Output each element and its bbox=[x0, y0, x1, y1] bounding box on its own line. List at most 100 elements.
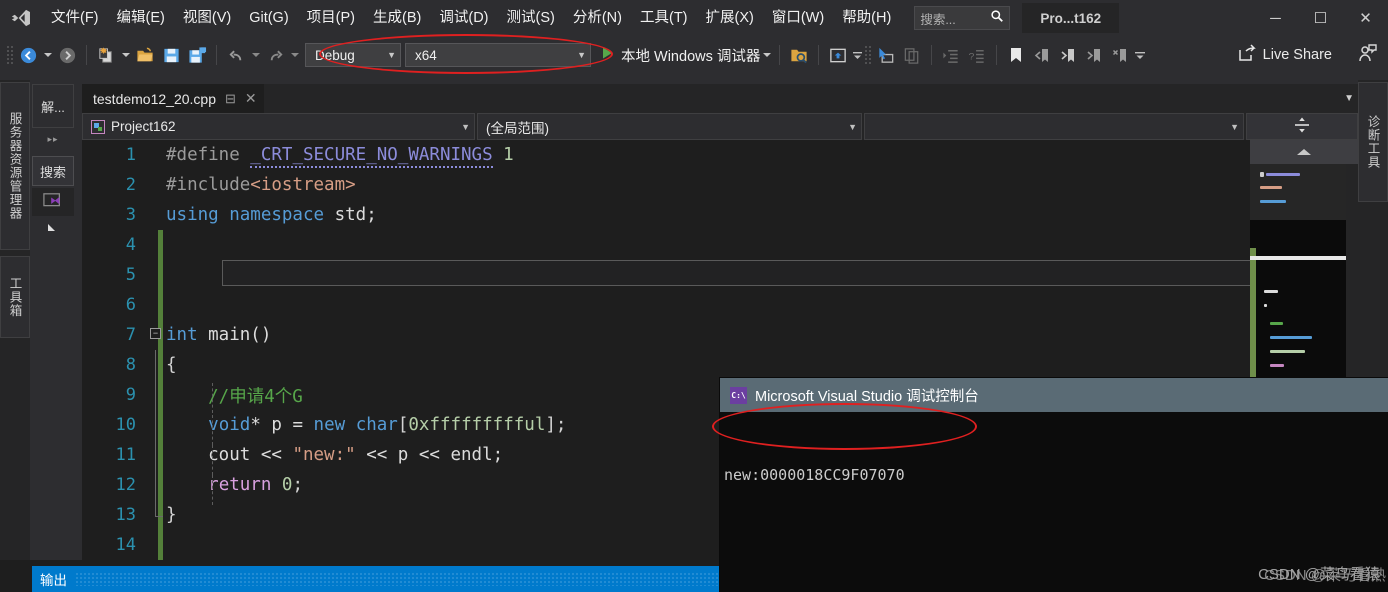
code-text[interactable]: #include<iostream> bbox=[166, 175, 356, 195]
menu-item-view[interactable]: 视图(V) bbox=[174, 4, 240, 32]
pin-icon[interactable]: ⊟ bbox=[225, 91, 236, 107]
menu-item-debug[interactable]: 调试(D) bbox=[430, 4, 497, 32]
fold-column[interactable] bbox=[150, 290, 166, 320]
tool-window-tab-diagnostic-tools[interactable]: 诊断工具 bbox=[1358, 82, 1388, 202]
menu-item-git[interactable]: Git(G) bbox=[240, 4, 297, 32]
solution-configuration-combo[interactable]: Debug ▼ bbox=[305, 43, 401, 67]
code-text[interactable]: using namespace std; bbox=[166, 205, 377, 225]
indent-icon[interactable] bbox=[938, 42, 964, 68]
bookmark-next-icon[interactable] bbox=[1055, 42, 1081, 68]
preview-dropdown-icon[interactable] bbox=[851, 43, 864, 67]
code-line[interactable]: 3 using namespace std; bbox=[82, 200, 1250, 230]
fold-column[interactable] bbox=[150, 260, 166, 290]
fold-column[interactable] bbox=[150, 140, 166, 170]
global-search-box[interactable]: 搜索... bbox=[914, 6, 1011, 30]
fold-column[interactable] bbox=[150, 440, 166, 470]
chevron-down-icon[interactable]: ▼ bbox=[1344, 93, 1354, 104]
fold-column[interactable] bbox=[150, 200, 166, 230]
undo-dropdown-icon[interactable] bbox=[249, 43, 262, 67]
new-item-icon[interactable] bbox=[93, 42, 119, 68]
editor-tab-testdemo12_20[interactable]: testdemo12_20.cpp ⊟ ✕ bbox=[82, 84, 264, 113]
code-text[interactable]: return 0; bbox=[166, 475, 303, 505]
code-line[interactable]: 6 bbox=[82, 290, 1250, 320]
fold-column[interactable] bbox=[150, 350, 166, 380]
code-text[interactable]: int main() bbox=[166, 325, 271, 345]
bookmark-clear-icon[interactable] bbox=[1107, 42, 1133, 68]
select-element-icon[interactable] bbox=[873, 42, 899, 68]
bookmark-prev-icon[interactable] bbox=[1029, 42, 1055, 68]
tool-window-tab-toolbox[interactable]: 工具箱 bbox=[0, 256, 30, 338]
menu-item-help[interactable]: 帮助(H) bbox=[833, 4, 900, 32]
menu-item-extensions[interactable]: 扩展(X) bbox=[697, 4, 763, 32]
navigate-back-dropdown-icon[interactable] bbox=[41, 43, 54, 67]
member-selector[interactable]: ▼ bbox=[864, 113, 1244, 140]
triangle-icon[interactable] bbox=[32, 216, 74, 238]
code-text[interactable]: } bbox=[166, 505, 177, 525]
code-text[interactable]: #define _CRT_SECURE_NO_WARNINGS 1 bbox=[166, 145, 514, 168]
search-panel-tab[interactable]: 搜索 bbox=[32, 156, 74, 186]
minimap-viewport-thumb[interactable] bbox=[1250, 256, 1346, 260]
code-text[interactable] bbox=[166, 295, 177, 315]
menu-item-window[interactable]: 窗口(W) bbox=[763, 4, 833, 32]
save-icon[interactable] bbox=[158, 42, 184, 68]
navigate-back-icon[interactable] bbox=[15, 42, 41, 68]
undo-icon[interactable] bbox=[223, 42, 249, 68]
fold-column[interactable] bbox=[150, 170, 166, 200]
code-text[interactable] bbox=[166, 235, 177, 255]
fold-column[interactable] bbox=[150, 380, 166, 410]
code-text[interactable] bbox=[166, 535, 177, 555]
close-button[interactable]: ✕ bbox=[1343, 0, 1388, 36]
copy-icon[interactable] bbox=[899, 42, 925, 68]
fold-column[interactable]: − bbox=[150, 320, 166, 350]
minimize-button[interactable]: ─ bbox=[1253, 0, 1298, 36]
code-line[interactable]: 2 #include<iostream> bbox=[82, 170, 1250, 200]
close-icon[interactable]: ✕ bbox=[245, 90, 257, 107]
menu-item-analyze[interactable]: 分析(N) bbox=[564, 4, 631, 32]
save-all-icon[interactable] bbox=[184, 42, 210, 68]
find-in-files-icon[interactable] bbox=[786, 42, 812, 68]
scroll-up-button[interactable] bbox=[1250, 140, 1358, 164]
menu-item-tools[interactable]: 工具(T) bbox=[631, 4, 697, 32]
code-line[interactable]: 4 bbox=[82, 230, 1250, 260]
split-view-button[interactable] bbox=[1246, 113, 1358, 140]
fold-column[interactable] bbox=[150, 410, 166, 440]
new-item-dropdown-icon[interactable] bbox=[119, 43, 132, 67]
open-file-icon[interactable] bbox=[132, 42, 158, 68]
fold-column[interactable] bbox=[150, 500, 166, 530]
code-line[interactable]: 1 #define _CRT_SECURE_NO_WARNINGS 1 bbox=[82, 140, 1250, 170]
menu-item-build[interactable]: 生成(B) bbox=[364, 4, 430, 32]
fold-column[interactable] bbox=[150, 230, 166, 260]
code-text[interactable]: cout << "new:" << p << endl; bbox=[166, 445, 503, 475]
toolbar-overflow-icon[interactable] bbox=[1133, 43, 1146, 67]
menu-item-project[interactable]: 项目(P) bbox=[298, 4, 364, 32]
code-line[interactable]: 8{ bbox=[82, 350, 1250, 380]
scope-selector[interactable]: (全局范围) ▼ bbox=[477, 113, 862, 140]
maximize-button[interactable]: ☐ bbox=[1298, 0, 1343, 36]
menu-item-test[interactable]: 测试(S) bbox=[498, 4, 564, 32]
debug-console-window[interactable]: C:\ Microsoft Visual Studio 调试控制台 new:00… bbox=[720, 378, 1388, 592]
bookmark-icon[interactable] bbox=[1003, 42, 1029, 68]
console-title-bar[interactable]: C:\ Microsoft Visual Studio 调试控制台 bbox=[720, 378, 1388, 412]
project-selector[interactable]: Project162 ▼ bbox=[82, 113, 475, 140]
preview-window-icon[interactable] bbox=[825, 42, 851, 68]
start-debugging-button[interactable]: 本地 Windows 调试器 bbox=[599, 43, 773, 67]
code-text[interactable] bbox=[166, 265, 177, 285]
code-text[interactable]: { bbox=[166, 355, 177, 375]
start-debugging-dropdown-icon[interactable] bbox=[760, 43, 773, 67]
fold-column[interactable] bbox=[150, 530, 166, 560]
visual-studio-small-icon[interactable] bbox=[32, 188, 74, 216]
code-text[interactable]: void* p = new char[0xffffffffful]; bbox=[166, 415, 566, 445]
redo-dropdown-icon[interactable] bbox=[288, 43, 301, 67]
redo-icon[interactable] bbox=[262, 42, 288, 68]
menu-item-edit[interactable]: 编辑(E) bbox=[108, 4, 174, 32]
output-window-titlebar[interactable]: 输出 bbox=[32, 566, 722, 592]
comment-icon[interactable]: ? bbox=[964, 42, 990, 68]
code-line[interactable]: 5 bbox=[82, 260, 1250, 290]
fold-collapse-icon[interactable]: − bbox=[150, 328, 161, 339]
send-feedback-icon[interactable] bbox=[1358, 43, 1378, 67]
toolbar-grip-2[interactable] bbox=[864, 45, 874, 65]
solution-platform-combo[interactable]: x64 ▼ bbox=[405, 43, 591, 67]
live-share-button[interactable]: Live Share bbox=[1238, 43, 1388, 67]
fold-column[interactable] bbox=[150, 470, 166, 500]
navigate-forward-icon[interactable] bbox=[54, 42, 80, 68]
